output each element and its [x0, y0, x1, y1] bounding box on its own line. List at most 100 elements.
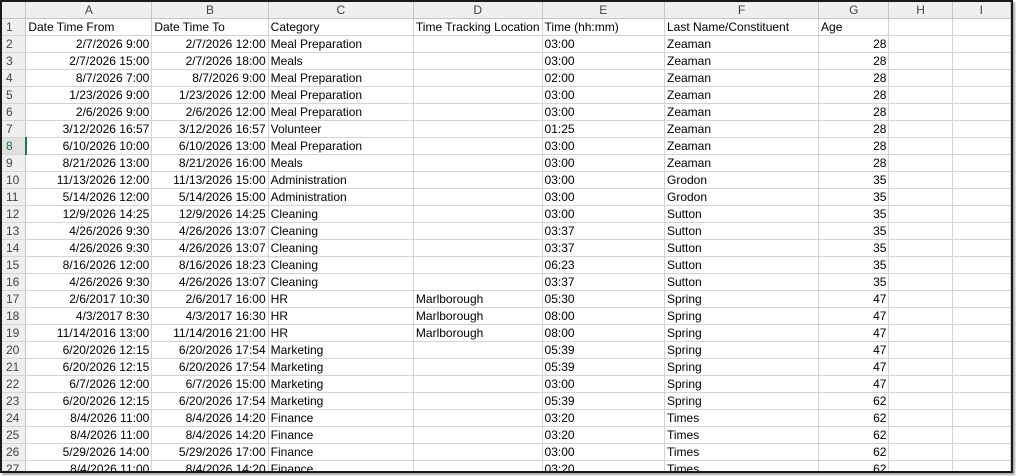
row-header[interactable]: 3 — [2, 52, 27, 70]
row-header[interactable]: 27 — [2, 460, 27, 471]
cell[interactable]: 4/26/2026 9:30 — [25, 222, 153, 240]
header-cell[interactable]: Time Tracking Location — [413, 18, 543, 36]
cell[interactable] — [413, 52, 543, 70]
row-header[interactable]: 17 — [2, 290, 27, 308]
cell[interactable]: Spring — [664, 341, 820, 359]
cell[interactable] — [952, 120, 1011, 138]
cell[interactable] — [952, 188, 1011, 206]
cell[interactable] — [413, 273, 543, 291]
cell[interactable]: 1/23/2026 9:00 — [25, 86, 153, 104]
cell[interactable] — [413, 188, 543, 206]
cell[interactable]: 8/4/2026 14:20 — [151, 409, 269, 427]
cell[interactable]: Grodon — [664, 188, 820, 206]
cell[interactable] — [888, 154, 953, 172]
cell[interactable]: HR — [268, 290, 414, 308]
cell[interactable]: 62 — [818, 409, 890, 427]
cell[interactable]: 6/20/2026 17:54 — [151, 341, 269, 359]
cell[interactable] — [888, 103, 953, 121]
row-header[interactable]: 5 — [2, 86, 27, 104]
cell[interactable] — [952, 409, 1011, 427]
row-header[interactable]: 22 — [2, 375, 27, 393]
cell[interactable]: 28 — [818, 103, 890, 121]
cell[interactable]: 11/13/2026 15:00 — [151, 171, 269, 189]
cell[interactable]: 35 — [818, 171, 890, 189]
cell[interactable]: 4/26/2026 9:30 — [25, 273, 153, 291]
cell[interactable] — [888, 375, 953, 393]
cell[interactable]: Finance — [268, 460, 414, 471]
cell[interactable]: 08:00 — [542, 324, 666, 342]
cell[interactable]: 01:25 — [542, 120, 666, 138]
cell[interactable]: Cleaning — [268, 256, 414, 274]
cell[interactable]: Sutton — [664, 205, 820, 223]
cell[interactable] — [888, 273, 953, 291]
cell[interactable] — [413, 205, 543, 223]
cell[interactable]: 2/6/2017 16:00 — [151, 290, 269, 308]
cell[interactable] — [413, 392, 543, 410]
column-header-a[interactable]: A — [25, 2, 153, 19]
cell[interactable]: 6/20/2026 12:15 — [25, 341, 153, 359]
cell[interactable] — [413, 35, 543, 53]
cell[interactable]: 28 — [818, 69, 890, 87]
cell[interactable]: 6/10/2026 10:00 — [25, 137, 153, 155]
cell[interactable]: 2/7/2026 15:00 — [25, 52, 153, 70]
cell[interactable] — [413, 154, 543, 172]
cell[interactable] — [952, 392, 1011, 410]
row-header[interactable]: 24 — [2, 409, 27, 427]
cell[interactable] — [888, 460, 953, 471]
cell[interactable] — [413, 103, 543, 121]
cell[interactable] — [413, 69, 543, 87]
cell[interactable] — [888, 171, 953, 189]
row-header[interactable]: 26 — [2, 443, 27, 461]
cell[interactable]: 6/20/2026 12:15 — [25, 392, 153, 410]
cell[interactable]: 8/16/2026 12:00 — [25, 256, 153, 274]
cell[interactable]: Spring — [664, 375, 820, 393]
cell[interactable] — [952, 86, 1011, 104]
cell[interactable] — [413, 120, 543, 138]
row-header[interactable]: 13 — [2, 222, 27, 240]
cell[interactable] — [888, 290, 953, 308]
cell[interactable] — [413, 426, 543, 444]
cell[interactable]: 35 — [818, 188, 890, 206]
row-header[interactable]: 15 — [2, 256, 27, 274]
cell[interactable] — [888, 120, 953, 138]
cell[interactable]: 35 — [818, 222, 890, 240]
cell[interactable]: 6/10/2026 13:00 — [151, 137, 269, 155]
cell[interactable] — [952, 307, 1011, 325]
cell[interactable]: Sutton — [664, 256, 820, 274]
row-header[interactable]: 25 — [2, 426, 27, 444]
cell[interactable]: Sutton — [664, 222, 820, 240]
cell[interactable]: 03:00 — [542, 52, 666, 70]
cell[interactable]: Cleaning — [268, 222, 414, 240]
cell[interactable] — [413, 86, 543, 104]
cell[interactable]: Marlborough — [413, 307, 543, 325]
row-header[interactable]: 14 — [2, 239, 27, 257]
cell[interactable]: Finance — [268, 443, 414, 461]
cell[interactable]: 35 — [818, 273, 890, 291]
cell[interactable]: 03:00 — [542, 188, 666, 206]
column-header-e[interactable]: E — [542, 2, 666, 19]
cell[interactable]: 47 — [818, 307, 890, 325]
cell[interactable]: 3/12/2026 16:57 — [25, 120, 153, 138]
cell[interactable]: Marlborough — [413, 290, 543, 308]
cell[interactable]: Marketing — [268, 341, 414, 359]
column-header-f[interactable]: F — [664, 2, 820, 19]
cell[interactable] — [888, 426, 953, 444]
cell[interactable] — [413, 239, 543, 257]
cell[interactable]: 4/26/2026 13:07 — [151, 273, 269, 291]
cell[interactable] — [952, 35, 1011, 53]
cell[interactable]: Times — [664, 443, 820, 461]
row-header[interactable]: 23 — [2, 392, 27, 410]
cell[interactable]: 35 — [818, 239, 890, 257]
row-header[interactable]: 20 — [2, 341, 27, 359]
cell[interactable]: Times — [664, 460, 820, 471]
cell[interactable] — [952, 324, 1011, 342]
cell[interactable]: 47 — [818, 341, 890, 359]
cell[interactable] — [952, 137, 1011, 155]
cell[interactable]: 05:39 — [542, 392, 666, 410]
cell[interactable] — [413, 460, 543, 471]
cell[interactable] — [888, 222, 953, 240]
cell[interactable]: 8/4/2026 11:00 — [25, 460, 153, 471]
cell[interactable]: 28 — [818, 154, 890, 172]
cell[interactable] — [888, 52, 953, 70]
cell[interactable]: 8/21/2026 16:00 — [151, 154, 269, 172]
